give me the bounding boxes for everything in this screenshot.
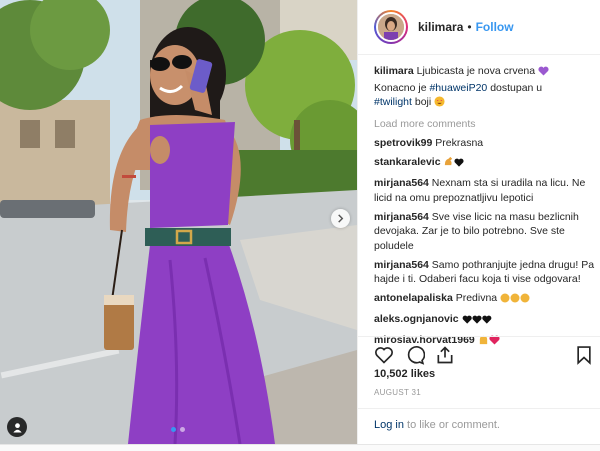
hashtag-link[interactable]: #huaweiP20	[429, 82, 487, 94]
carousel-indicator	[171, 427, 185, 432]
like-button[interactable]	[374, 345, 394, 365]
post-header: kilimara • Follow	[358, 0, 600, 55]
caption-username[interactable]: kilimara	[374, 65, 414, 77]
load-more-comments-button[interactable]: Load more comments	[374, 117, 596, 132]
comment-item: mirjana564 Samo pothranjujte jedna drugu…	[374, 258, 596, 287]
chevron-right-icon	[338, 214, 344, 223]
next-image-button[interactable]	[331, 209, 350, 228]
comment-username[interactable]: mirjana564	[374, 259, 429, 271]
comment-item: mirjana564 Sve vise licic na masu bezlic…	[374, 210, 596, 254]
heart-eyes-emoji-icon	[434, 96, 445, 112]
login-prompt: Log in to like or comment.	[358, 408, 600, 442]
comment-item: aleks.ognjanovic	[374, 312, 596, 329]
share-button[interactable]	[435, 345, 455, 365]
post-date: AUGUST 31	[374, 388, 422, 397]
comment-username[interactable]: antonelapaliska	[374, 292, 453, 304]
user-tag-icon	[12, 422, 22, 433]
login-prompt-text: to like or comment.	[407, 419, 500, 431]
hashtag-link[interactable]: #twilight	[374, 96, 412, 108]
comment-icon	[407, 346, 426, 365]
black-hearts-icon	[462, 314, 492, 329]
comment-username[interactable]: spetrovik99	[374, 137, 432, 149]
heart-icon	[375, 347, 393, 364]
caption-text-2: Konacno je	[374, 81, 427, 94]
comment-username[interactable]: mirjana564	[374, 211, 429, 223]
comment-username[interactable]: aleks.ognjanovic	[374, 313, 459, 325]
follow-button[interactable]: Follow	[476, 20, 514, 34]
street-photo-illustration	[0, 0, 357, 444]
share-icon	[437, 346, 453, 364]
carousel-dot-active	[171, 427, 176, 432]
comment-button[interactable]	[405, 345, 426, 365]
clapping-hands-emoji-icon	[500, 292, 530, 308]
post-side-panel: kilimara • Follow kilimara Ljubicasta je…	[357, 0, 600, 451]
post-actions-bar	[358, 336, 600, 372]
avatar[interactable]	[374, 10, 408, 44]
follow-separator: •	[467, 20, 472, 34]
page-bottom-edge	[0, 444, 600, 451]
comment-username[interactable]: stankaralevic	[374, 156, 441, 168]
save-button[interactable]	[574, 345, 594, 365]
comment-username[interactable]: mirjana564	[374, 177, 429, 189]
comments-list: kilimara Ljubicasta je nova crvena Konac…	[374, 64, 596, 354]
comment-item: antonelapaliska Predivna	[374, 291, 596, 308]
post-caption: kilimara Ljubicasta je nova crvena Konac…	[374, 64, 596, 112]
likes-count[interactable]: 10,502 likes	[374, 368, 435, 380]
comment-item: mirjana564 Nexnam sta si uradila na licu…	[374, 176, 596, 205]
carousel-dot	[180, 427, 185, 432]
header-username[interactable]: kilimara	[418, 20, 463, 34]
comment-item: stankaralevic	[374, 155, 596, 172]
post-photo[interactable]	[0, 0, 357, 444]
bookmark-icon	[577, 346, 591, 365]
comment-text: Predivna	[455, 292, 498, 304]
comment-item: spetrovik99 Prekrasna	[374, 136, 596, 151]
caption-text-3: dostupan u	[490, 81, 543, 94]
caption-text-1: Ljubicasta je nova crvena	[416, 65, 536, 77]
black-heart-icon	[454, 157, 465, 172]
user-tag-button[interactable]	[7, 417, 27, 437]
purple-heart-icon	[538, 66, 549, 81]
caption-text-4: boji	[414, 96, 432, 108]
comment-text: Prekrasna	[435, 137, 484, 149]
avatar-image	[378, 14, 404, 40]
flexed-arm-emoji-icon	[443, 156, 454, 172]
login-link[interactable]: Log in	[374, 419, 404, 431]
